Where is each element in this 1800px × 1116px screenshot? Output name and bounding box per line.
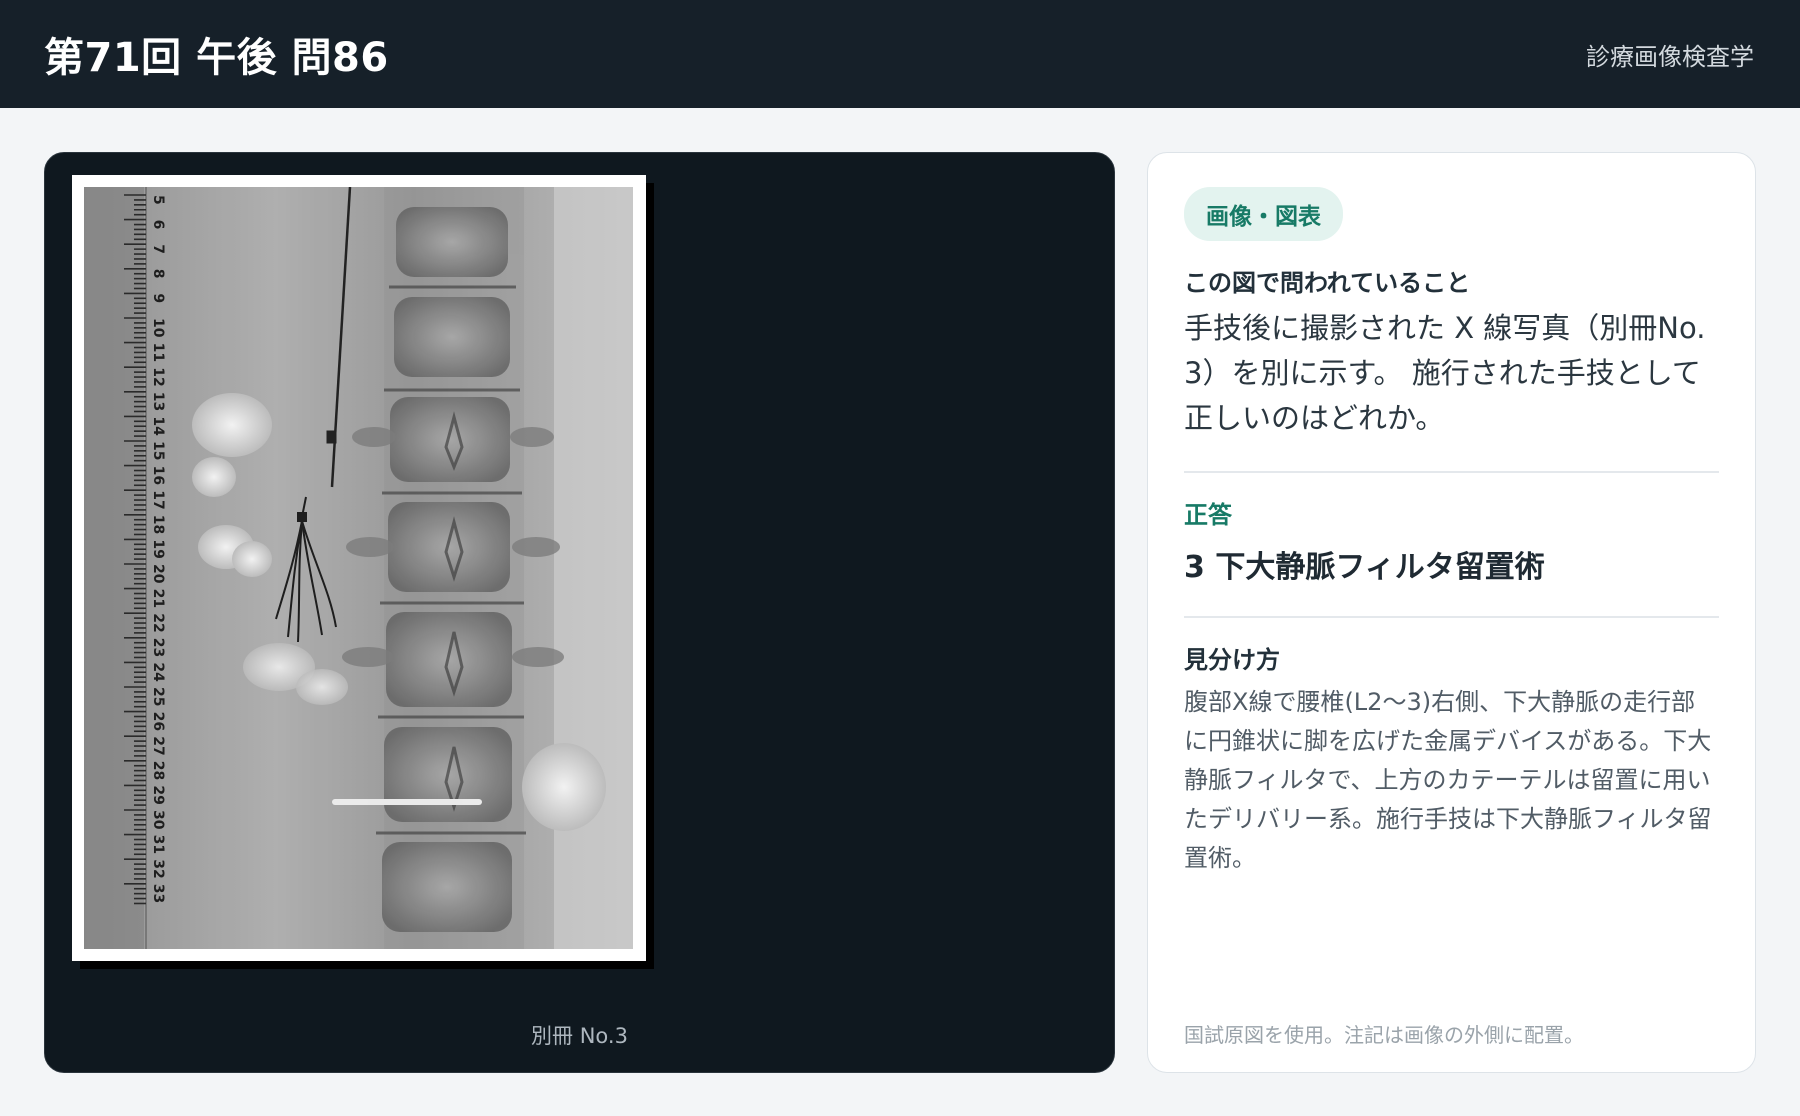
answer-text: 3 下大静脈フィルタ留置術 <box>1184 550 1545 585</box>
question-label: この図で問われていること <box>1184 269 1471 297</box>
ruler-number: 14 <box>150 416 166 436</box>
ruler-number: 26 <box>150 712 166 731</box>
ruler-number: 31 <box>150 835 166 854</box>
ruler-number: 22 <box>150 613 166 632</box>
ruler-number: 8 <box>150 269 166 279</box>
ruler-number: 20 <box>150 564 166 584</box>
answer-label: 正答 <box>1184 501 1232 529</box>
ruler-number: 25 <box>150 687 166 706</box>
ruler-number: 19 <box>150 539 166 558</box>
divider <box>1184 471 1719 473</box>
ruler-number: 33 <box>150 884 166 903</box>
ruler-number: 9 <box>150 293 166 303</box>
ruler-number: 11 <box>150 343 166 362</box>
footnote: 国試原図を使用。注記は画像の外側に配置。 <box>1184 1023 1584 1047</box>
explain-label: 見分け方 <box>1184 646 1280 674</box>
top-bar: 第71回 午後 問86 診療画像検査学 <box>0 0 1800 108</box>
xray-svg: 5 6 7 8 9 10 11 12 13 14 15 16 17 18 19 20 21 22 23 24 25 26 2… <box>84 187 633 949</box>
ruler-number: 18 <box>150 515 166 534</box>
explain-text: 腹部X線で腰椎(L2〜3)右側、下大静脈の走行部に円錐状に脚を広げた金属デバイス… <box>1184 688 1712 872</box>
category-badge: 画像・図表 <box>1184 187 1343 241</box>
ruler-number: 27 <box>150 736 166 755</box>
ruler-number: 7 <box>150 244 166 254</box>
ruler-number: 29 <box>150 785 166 804</box>
page-title: 第71回 午後 問86 <box>44 35 389 81</box>
info-panel: 画像・図表 この図で問われていること 手技後に撮影された X 線写真（別冊No.… <box>1147 152 1756 1073</box>
ruler-number: 21 <box>150 589 166 608</box>
ruler-number: 15 <box>150 441 166 460</box>
divider <box>1184 616 1719 618</box>
ruler-number: 32 <box>150 859 166 878</box>
ruler-number: 10 <box>150 318 166 338</box>
ruler-number: 24 <box>150 662 166 682</box>
xray-image[interactable]: 5 6 7 8 9 10 11 12 13 14 15 16 17 18 19 20 21 22 23 24 25 26 2… <box>72 175 646 961</box>
ruler-number: 12 <box>150 367 166 386</box>
ruler-number: 16 <box>150 466 166 485</box>
figure-caption: 別冊 No.3 <box>531 1024 628 1048</box>
image-viewer: 5 6 7 8 9 10 11 12 13 14 15 16 17 18 19 20 21 22 23 24 25 26 2… <box>44 152 1115 1073</box>
ruler-number: 5 <box>150 195 166 205</box>
ruler-number: 6 <box>150 220 166 230</box>
ruler-number: 23 <box>150 638 166 657</box>
ruler-number: 28 <box>150 761 166 780</box>
question-text: 手技後に撮影された X 線写真（別冊No. 3）を別に示す。 施行された手技とし… <box>1184 311 1706 435</box>
ruler-number: 13 <box>150 392 166 411</box>
ruler-number: 17 <box>150 490 166 509</box>
subject-label: 診療画像検査学 <box>1586 42 1754 71</box>
ruler-number: 30 <box>150 810 166 830</box>
